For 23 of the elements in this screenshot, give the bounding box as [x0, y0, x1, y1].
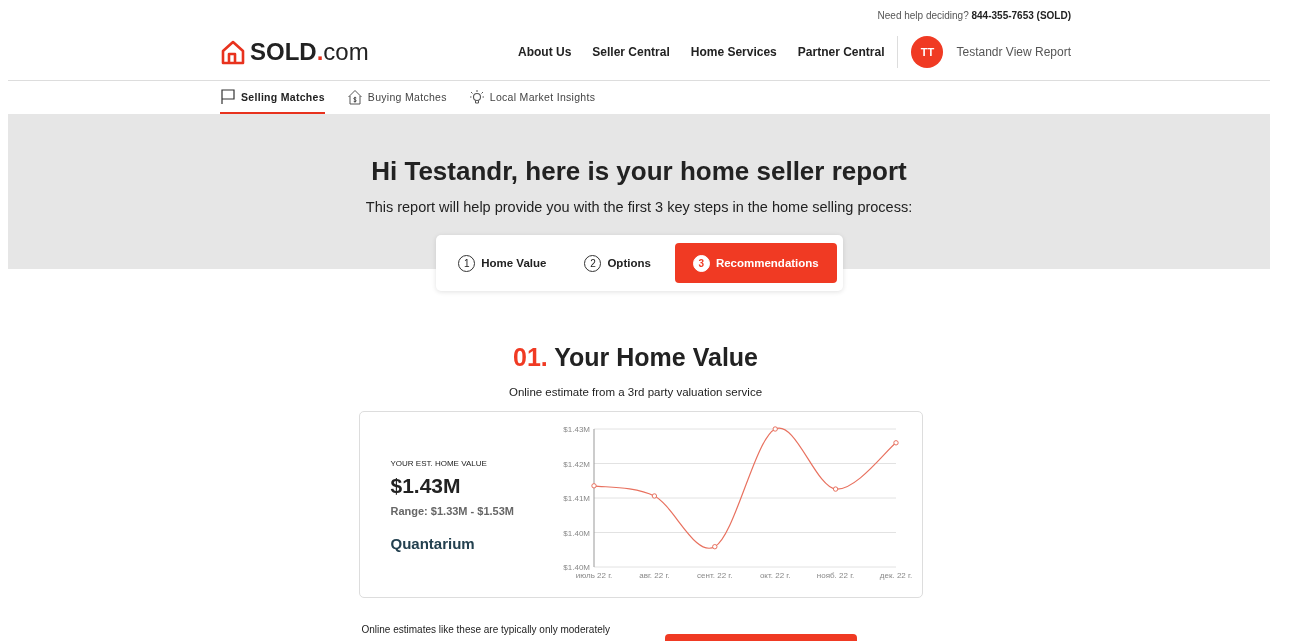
y-tick-label: $1.42M: [562, 459, 590, 469]
footnote-text: Online estimates like these are typically only moderately: [361, 624, 610, 637]
x-tick-label: сент. 22 г.: [696, 571, 732, 580]
estimate-range: Range: $1.33M - $1.53M: [390, 505, 515, 517]
y-tick-label: $1.43M: [562, 425, 590, 434]
y-tick-label: $1.41M: [562, 494, 590, 503]
estimate-caption: YOUR EST. HOME VALUE: [390, 459, 488, 468]
x-tick-label: июль 22 г.: [575, 571, 612, 580]
estimate-value: $1.43M: [390, 474, 462, 498]
x-tick-label: нояб. 22 г.: [816, 571, 854, 580]
y-tick-label: $1.40M: [562, 528, 590, 538]
hero-subtitle: This report will help provide you with the first 3 key steps in the home selling process:: [364, 199, 914, 215]
section-title: 01. Your Home Value: [512, 343, 759, 372]
section-subtitle: Online estimate from a 3rd party valuation service: [507, 386, 764, 398]
x-tick-label: авг. 22 г.: [638, 571, 670, 580]
provider-logo: Quantarium: [390, 535, 476, 552]
step-number: 3: [692, 254, 710, 272]
hero-title: Hi Testandr, here is your home seller report: [370, 156, 908, 187]
phone-number: 844-355-7653 (SOLD): [971, 10, 1071, 21]
x-tick-label: окт. 22 г.: [759, 571, 790, 580]
help-text: Need help deciding?: [877, 10, 969, 21]
y-tick-label: $1.40M: [562, 563, 590, 572]
x-tick-label: дек. 22 г.: [879, 571, 912, 580]
